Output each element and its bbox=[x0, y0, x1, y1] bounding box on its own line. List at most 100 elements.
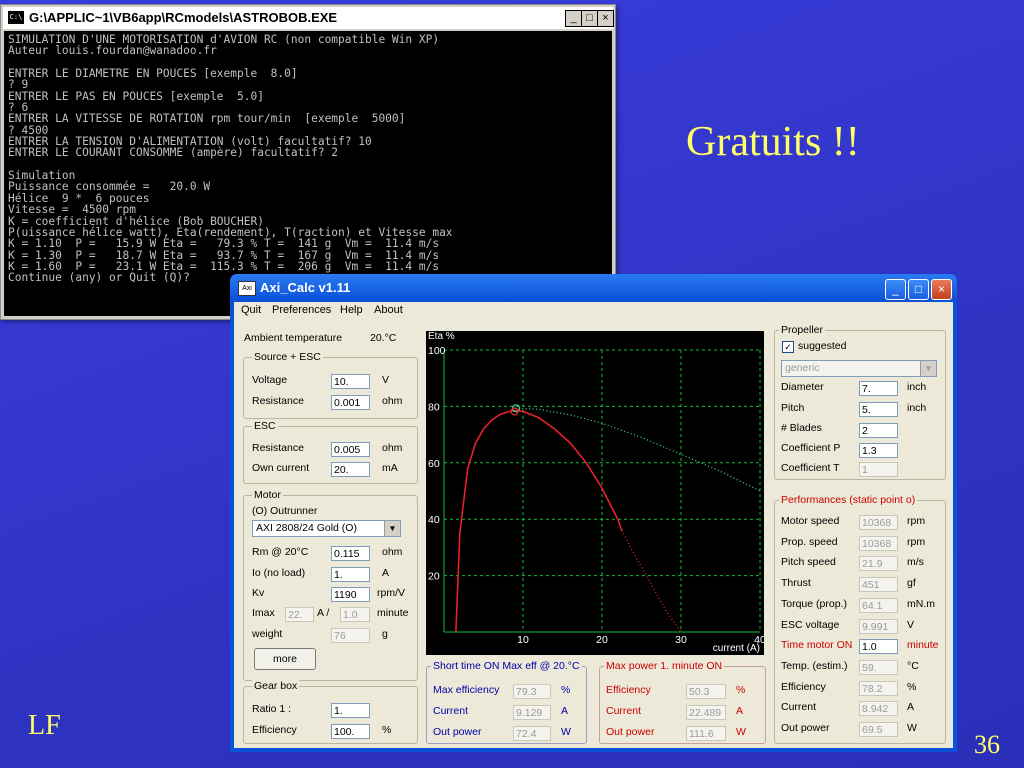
menu-about[interactable]: About bbox=[374, 304, 403, 316]
motor-model-select[interactable]: AXI 2808/24 Gold (O) ▼ bbox=[252, 520, 401, 537]
perf-value: 69.5 bbox=[859, 722, 898, 737]
weight-input[interactable]: 76 bbox=[331, 628, 370, 643]
esc-group: ESC Resistance 0.005 ohm Own current 20.… bbox=[243, 420, 418, 484]
maxp-current-unit: A bbox=[736, 705, 744, 717]
console-line: K = 1.10 P = 15.9 W Eta = 79.3 % T = 141… bbox=[8, 237, 440, 251]
perf-label: Prop. speed bbox=[781, 535, 838, 548]
x-axis-label: current (A) bbox=[713, 643, 760, 654]
axi-calc-window[interactable]: Axi Axi_Calc v1.11 _ □ × Quit Preference… bbox=[230, 274, 957, 752]
generic-value: generic bbox=[785, 362, 820, 374]
voltage-label: Voltage bbox=[252, 374, 288, 386]
max-eff-label: Max efficiency bbox=[433, 684, 500, 696]
more-button[interactable]: more bbox=[254, 648, 316, 670]
menu-quit[interactable]: Quit bbox=[241, 304, 261, 316]
console-line: ENTRER LE DIAMETRE EN POUCES [exemple 8.… bbox=[8, 67, 298, 81]
gearbox-group: Gear box Ratio 1 : 1. Efficiency 100. % bbox=[243, 680, 418, 744]
short-current-unit: A bbox=[561, 705, 569, 717]
perf-value: 451 bbox=[859, 577, 898, 593]
y-tick-label: 60 bbox=[428, 458, 440, 470]
series-line-1 bbox=[621, 530, 682, 633]
maximize-icon[interactable]: □ bbox=[581, 10, 598, 27]
axi-title-bar[interactable]: Axi Axi_Calc v1.11 _ □ × bbox=[230, 274, 957, 302]
chevron-down-icon[interactable]: ▼ bbox=[920, 361, 936, 376]
pitch-label: Pitch bbox=[781, 402, 805, 414]
console-title-bar[interactable]: C:\ G:\APPLIC~1\VB6app\RCmodels\ASTROBOB… bbox=[3, 7, 614, 29]
gear-efficiency-unit: % bbox=[382, 724, 392, 736]
esc-resistance-unit: ohm bbox=[382, 442, 403, 454]
perf-value: 21.9 bbox=[859, 556, 898, 572]
console-window[interactable]: C:\ G:\APPLIC~1\VB6app\RCmodels\ASTROBOB… bbox=[0, 4, 616, 320]
source-resistance-label: Resistance bbox=[252, 395, 304, 407]
diameter-unit: inch bbox=[907, 381, 927, 393]
y-axis-label: Eta % bbox=[428, 331, 455, 342]
coef-p-input[interactable]: 1.3 bbox=[859, 443, 898, 458]
imax-input[interactable]: 22. bbox=[285, 607, 314, 622]
maximize-icon[interactable]: □ bbox=[908, 279, 929, 300]
console-line: ENTRER LA VITESSE DE ROTATION rpm tour/m… bbox=[8, 112, 406, 126]
source-resistance-unit: ohm bbox=[382, 395, 403, 407]
ambient-value: 20.°C bbox=[370, 332, 397, 344]
perf-unit: W bbox=[907, 722, 917, 734]
short-time-legend: Short time ON Max eff @ 20.°C bbox=[431, 660, 582, 672]
kv-input[interactable]: 1190 bbox=[331, 587, 370, 602]
minimize-icon[interactable]: _ bbox=[885, 279, 906, 300]
source-resistance-input[interactable]: 0.001 bbox=[331, 395, 370, 410]
pitch-input[interactable]: 5. bbox=[859, 402, 898, 417]
own-current-label: Own current bbox=[252, 462, 310, 474]
io-unit: A bbox=[382, 567, 390, 579]
ratio-input[interactable]: 1. bbox=[331, 703, 370, 718]
console-line: Vitesse = 4500 rpm bbox=[8, 203, 136, 217]
esc-resistance-input[interactable]: 0.005 bbox=[331, 442, 370, 457]
performances-group: Performances (static point o) Motor spee… bbox=[774, 494, 946, 744]
perf-label: Efficiency bbox=[781, 680, 826, 693]
close-icon[interactable]: × bbox=[597, 10, 614, 27]
imax-time-unit: minute bbox=[377, 607, 409, 619]
diameter-label: Diameter bbox=[781, 381, 824, 393]
ratio-label: Ratio 1 : bbox=[252, 703, 292, 715]
x-tick-label: 30 bbox=[675, 634, 687, 646]
x-tick-label: 10 bbox=[517, 634, 529, 646]
close-icon[interactable]: × bbox=[931, 279, 952, 300]
console-title: G:\APPLIC~1\VB6app\RCmodels\ASTROBOB.EXE bbox=[29, 10, 338, 25]
menu-help[interactable]: Help bbox=[340, 304, 363, 316]
max-eff-value: 79.3 bbox=[513, 684, 551, 699]
perf-value[interactable]: 1.0 bbox=[859, 639, 898, 655]
maxp-eff-unit: % bbox=[736, 684, 746, 696]
io-input[interactable]: 1. bbox=[331, 567, 370, 582]
motor-model-value: AXI 2808/24 Gold (O) bbox=[256, 522, 357, 534]
cmd-icon: C:\ bbox=[8, 11, 24, 24]
y-tick-label: 100 bbox=[428, 345, 446, 357]
own-current-input[interactable]: 20. bbox=[331, 462, 370, 477]
coef-t-input[interactable]: 1 bbox=[859, 462, 898, 477]
slide-heading: Gratuits !! bbox=[686, 119, 860, 165]
perf-unit: minute bbox=[907, 639, 939, 652]
maxp-eff-label: Efficiency bbox=[606, 684, 651, 696]
gear-efficiency-input[interactable]: 100. bbox=[331, 724, 370, 739]
perf-label: Current bbox=[781, 701, 817, 714]
perf-value: 10368 bbox=[859, 515, 898, 530]
short-current-label: Current bbox=[433, 705, 469, 717]
rm-input[interactable]: 0.115 bbox=[331, 546, 370, 561]
blades-input[interactable]: 2 bbox=[859, 423, 898, 438]
blades-label: # Blades bbox=[781, 422, 822, 434]
perf-unit: mN.m bbox=[907, 597, 935, 610]
perf-label: Time motor ON bbox=[781, 639, 853, 652]
perf-value: 64.1 bbox=[859, 597, 898, 613]
chevron-down-icon[interactable]: ▼ bbox=[384, 521, 400, 536]
suggested-checkbox[interactable]: ✓ bbox=[782, 341, 794, 353]
perf-unit: °C bbox=[907, 659, 919, 672]
short-power-value: 72.4 bbox=[513, 726, 551, 741]
coef-t-label: Coefficient T bbox=[781, 462, 840, 474]
voltage-input[interactable]: 10. bbox=[331, 374, 370, 389]
menu-preferences[interactable]: Preferences bbox=[272, 304, 331, 316]
io-label: Io (no load) bbox=[252, 567, 306, 579]
minimize-icon[interactable]: _ bbox=[565, 10, 582, 27]
diameter-input[interactable]: 7. bbox=[859, 381, 898, 396]
generic-select[interactable]: generic ▼ bbox=[781, 360, 937, 377]
imax-time-input[interactable]: 1.0 bbox=[340, 607, 370, 622]
kv-label: Kv bbox=[252, 587, 265, 599]
maxp-eff-value: 50.3 bbox=[686, 684, 726, 699]
propeller-legend: Propeller bbox=[779, 324, 826, 336]
console-line: ENTRER LE PAS EN POUCES [exemple 5.0] bbox=[8, 89, 264, 103]
efficiency-chart: 10 20 30 40 20 40 60 80 100 Eta % current (A) bbox=[426, 331, 766, 655]
